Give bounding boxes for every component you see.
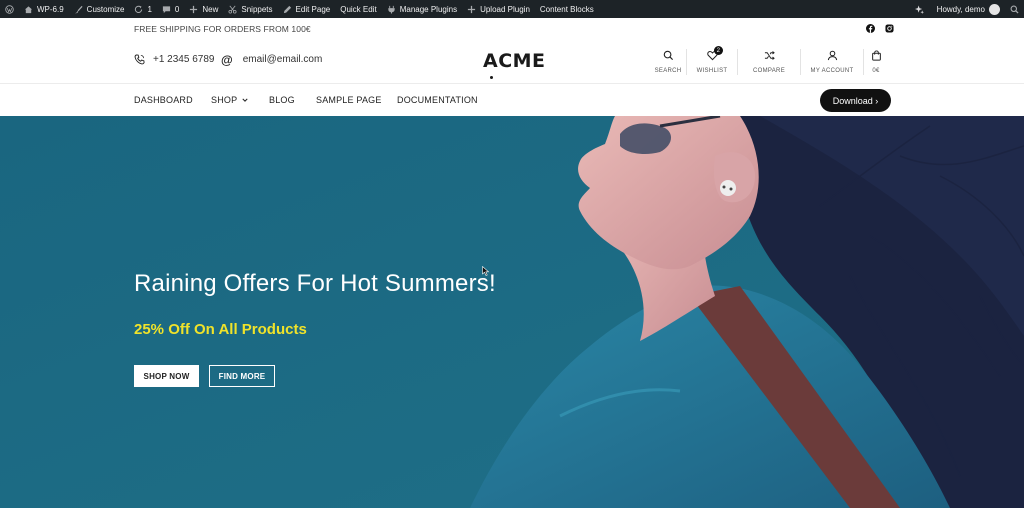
header-compare-button[interactable]: COMPARE bbox=[738, 48, 800, 76]
nav-item-dashboard[interactable]: DASHBOARD bbox=[134, 95, 193, 105]
search-icon bbox=[663, 50, 673, 61]
site-name-menu[interactable]: WP-6.9 bbox=[19, 0, 69, 18]
plus-icon bbox=[190, 5, 198, 13]
header-cart-button[interactable]: 0€ bbox=[867, 48, 885, 76]
hero-banner: Raining Offers For Hot Summers! 25% Off … bbox=[0, 116, 1024, 508]
nav-label: SAMPLE PAGE bbox=[316, 95, 382, 105]
updates-button[interactable]: 1 bbox=[129, 0, 156, 18]
site-name: WP-6.9 bbox=[37, 4, 64, 14]
nav-item-sample-page[interactable]: SAMPLE PAGE bbox=[316, 95, 382, 105]
email-contact[interactable]: @ email@email.com bbox=[221, 52, 323, 67]
content-blocks-label: Content Blocks bbox=[539, 4, 594, 14]
comments-count: 0 bbox=[174, 4, 180, 14]
logo-text: ACME bbox=[483, 50, 546, 72]
shipping-notice: FREE SHIPPING FOR ORDERS FROM 100€ bbox=[134, 24, 311, 34]
snippets-button[interactable]: Snippets bbox=[223, 0, 277, 18]
header-actions: SEARCH 2 WISHLIST COMPARE MY ACCOUNT 0€ bbox=[650, 46, 885, 76]
shopping-bag-icon bbox=[871, 50, 881, 61]
phone-contact[interactable]: +1 2345 6789 bbox=[134, 54, 214, 65]
sparkle-icon bbox=[914, 4, 924, 14]
user-icon bbox=[827, 50, 837, 61]
my-account-menu[interactable]: Howdy, demo bbox=[932, 0, 1005, 18]
customize-label: Customize bbox=[86, 4, 125, 14]
hero-image bbox=[0, 116, 1024, 508]
wordpress-logo-icon[interactable] bbox=[0, 0, 19, 18]
scissors-icon bbox=[228, 5, 237, 14]
hero-subtitle: 25% Off On All Products bbox=[134, 321, 307, 338]
plug-icon bbox=[388, 5, 395, 14]
download-button[interactable]: Download › bbox=[820, 89, 891, 112]
nav-label: DASHBOARD bbox=[134, 95, 193, 105]
divider bbox=[863, 49, 864, 75]
search-label: SEARCH bbox=[654, 68, 682, 74]
social-links bbox=[865, 23, 894, 33]
quick-edit-label: Quick Edit bbox=[340, 4, 377, 14]
chevron-down-icon bbox=[242, 98, 248, 102]
content-blocks-button[interactable]: Content Blocks bbox=[535, 0, 599, 18]
compare-label: COMPARE bbox=[753, 68, 785, 74]
admin-search-button[interactable] bbox=[1005, 0, 1024, 18]
manage-plugins-button[interactable]: Manage Plugins bbox=[382, 0, 462, 18]
nav-label: BLOG bbox=[269, 95, 295, 105]
ai-sparkle-button[interactable] bbox=[910, 0, 932, 18]
upload-plugin-label: Upload Plugin bbox=[480, 4, 530, 14]
facebook-icon[interactable] bbox=[865, 23, 875, 33]
account-label: MY ACCOUNT bbox=[810, 68, 854, 74]
wishlist-count-badge: 2 bbox=[714, 46, 723, 55]
site-header: +1 2345 6789 @ email@email.com ACME SEAR… bbox=[0, 40, 1024, 84]
at-icon: @ bbox=[221, 52, 233, 67]
logo-dot bbox=[490, 76, 493, 79]
edit-page-button[interactable]: Edit Page bbox=[278, 0, 336, 18]
main-navigation: DASHBOARD SHOP BLOG SAMPLE PAGE DOCUMENT… bbox=[0, 84, 1024, 116]
quick-edit-button[interactable]: Quick Edit bbox=[335, 0, 381, 18]
home-icon bbox=[24, 5, 33, 13]
manage-plugins-label: Manage Plugins bbox=[399, 4, 458, 14]
search-icon bbox=[1010, 5, 1019, 14]
nav-item-shop[interactable]: SHOP bbox=[211, 95, 248, 105]
refresh-icon bbox=[135, 5, 143, 13]
nav-item-documentation[interactable]: DOCUMENTATION bbox=[397, 95, 478, 105]
hero-title: Raining Offers For Hot Summers! bbox=[134, 270, 496, 297]
instagram-icon[interactable] bbox=[884, 23, 894, 33]
wp-admin-bar: WP-6.9 Customize 1 0 New Snippets Edit P… bbox=[0, 0, 1024, 18]
site-logo[interactable]: ACME bbox=[483, 50, 546, 79]
cart-total: 0€ bbox=[872, 68, 880, 74]
edit-page-label: Edit Page bbox=[295, 4, 331, 14]
phone-icon bbox=[134, 54, 145, 65]
shop-now-button[interactable]: SHOP NOW bbox=[134, 365, 199, 387]
plus-icon bbox=[467, 5, 476, 13]
comment-icon bbox=[162, 5, 171, 13]
header-wishlist-button[interactable]: 2 WISHLIST bbox=[687, 46, 737, 76]
wishlist-label: WISHLIST bbox=[696, 68, 728, 74]
avatar bbox=[989, 3, 1000, 15]
header-account-button[interactable]: MY ACCOUNT bbox=[801, 48, 863, 76]
new-label: New bbox=[202, 4, 219, 14]
brush-icon bbox=[74, 5, 83, 13]
howdy-label: Howdy, demo bbox=[936, 4, 985, 14]
new-content-button[interactable]: New bbox=[184, 0, 223, 18]
nav-label: SHOP bbox=[211, 95, 238, 105]
nav-item-blog[interactable]: BLOG bbox=[269, 95, 295, 105]
updates-count: 1 bbox=[147, 4, 152, 14]
shuffle-icon bbox=[764, 51, 775, 60]
comments-button[interactable]: 0 bbox=[157, 0, 184, 18]
find-more-button[interactable]: FIND MORE bbox=[209, 365, 275, 387]
pencil-icon bbox=[283, 5, 291, 13]
header-search-button[interactable]: SEARCH bbox=[650, 48, 686, 76]
top-strip: FREE SHIPPING FOR ORDERS FROM 100€ bbox=[0, 18, 1024, 40]
upload-plugin-button[interactable]: Upload Plugin bbox=[462, 0, 535, 18]
email-address: email@email.com bbox=[242, 54, 323, 65]
phone-number: +1 2345 6789 bbox=[153, 54, 215, 65]
snippets-label: Snippets bbox=[241, 4, 273, 14]
customize-button[interactable]: Customize bbox=[69, 0, 130, 18]
mouse-cursor-icon bbox=[482, 266, 490, 276]
nav-label: DOCUMENTATION bbox=[397, 95, 478, 105]
